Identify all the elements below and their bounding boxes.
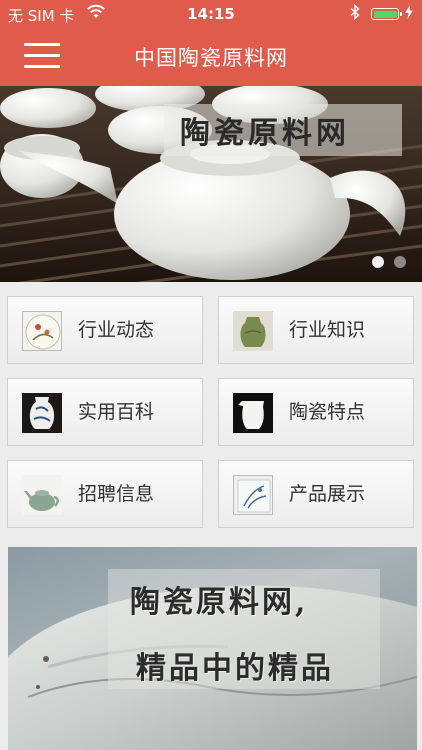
app-header: 无 SIM 卡 14:15 中国陶瓷原料网 — [0, 0, 422, 86]
bluetooth-icon — [350, 3, 360, 24]
carousel-dots — [367, 253, 406, 272]
category-label: 陶瓷特点 — [289, 401, 366, 423]
category-tile-ceramic-features[interactable]: 陶瓷特点 — [218, 378, 414, 446]
category-tile-industry-knowledge[interactable]: 行业知识 — [218, 296, 414, 364]
jar-icon — [233, 311, 273, 351]
teapot-icon — [22, 475, 62, 515]
page-title: 中国陶瓷原料网 — [134, 46, 288, 70]
category-label: 行业知识 — [289, 319, 366, 341]
category-label: 实用百科 — [78, 401, 155, 423]
battery-fill — [373, 10, 397, 18]
battery-icon — [371, 8, 402, 20]
orchid-plate-icon — [233, 475, 273, 515]
category-tile-recruitment[interactable]: 招聘信息 — [7, 460, 203, 528]
banner-carousel[interactable]: 陶瓷原料网 — [0, 86, 422, 282]
promo-banner[interactable]: 陶瓷原料网, 精品中的精品 — [8, 547, 417, 750]
banner-overlay-text: 陶瓷原料网 — [180, 116, 350, 151]
category-tile-encyclopedia[interactable]: 实用百科 — [7, 378, 203, 446]
category-label: 产品展示 — [289, 483, 366, 505]
charging-icon — [404, 4, 414, 24]
promo-text-line1: 陶瓷原料网, — [130, 585, 309, 620]
carousel-dot-active[interactable] — [371, 256, 384, 268]
category-label: 行业动态 — [78, 319, 155, 341]
category-label: 招聘信息 — [78, 483, 155, 505]
category-tile-products[interactable]: 产品展示 — [218, 460, 414, 528]
painted-plate-icon — [22, 311, 62, 351]
blue-white-vase-icon — [22, 393, 62, 433]
status-bar: 无 SIM 卡 14:15 — [0, 0, 422, 28]
white-pitcher-icon — [233, 393, 273, 433]
battery-tip — [399, 12, 402, 16]
category-tile-industry-news[interactable]: 行业动态 — [7, 296, 203, 364]
promo-text-line2: 精品中的精品 — [136, 651, 334, 686]
carousel-dot[interactable] — [394, 256, 406, 268]
